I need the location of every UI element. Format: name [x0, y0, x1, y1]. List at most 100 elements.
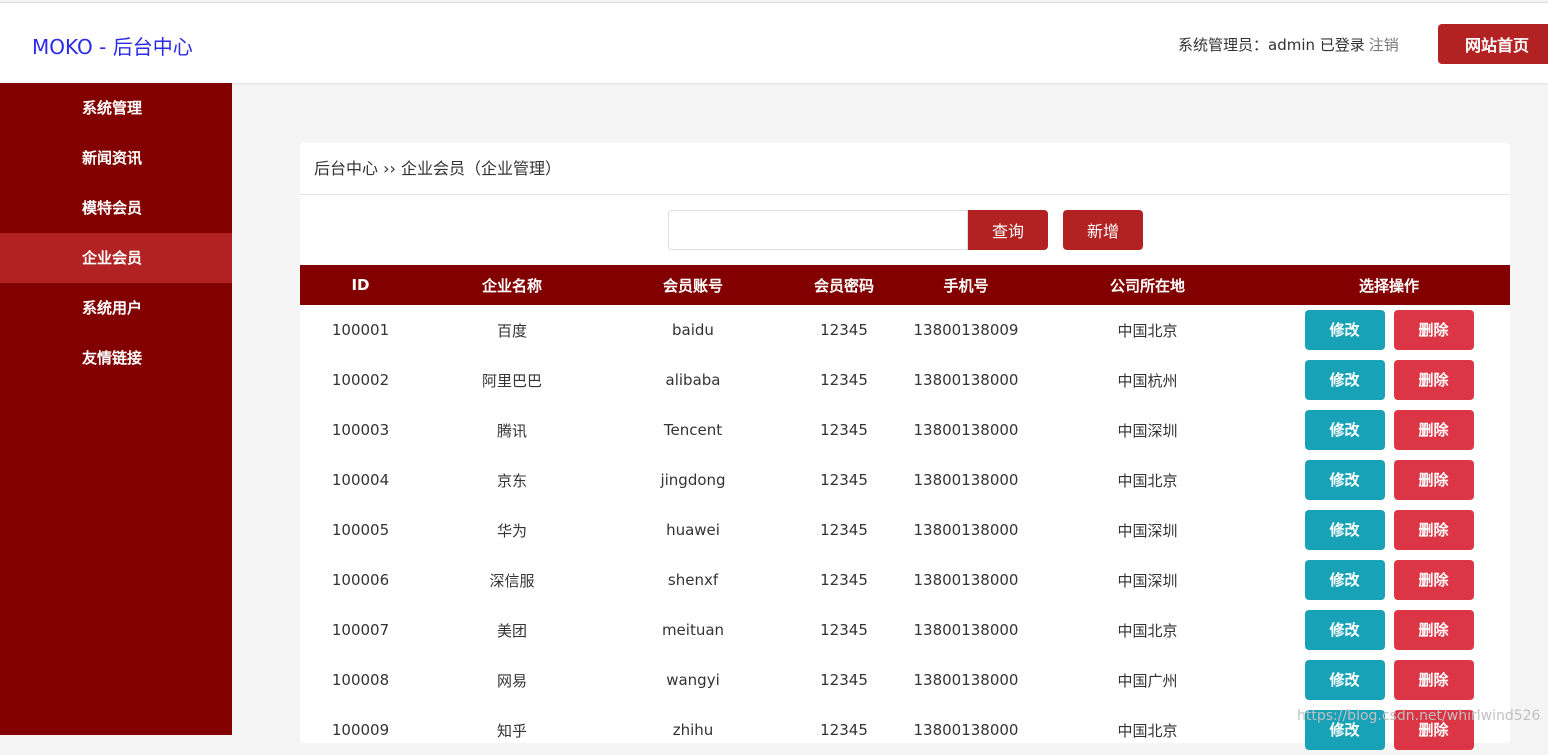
delete-button[interactable]: 删除	[1393, 560, 1474, 600]
top-header: MOKO - 后台中心 系统管理员：admin 已登录 注销 网站首页	[0, 2, 1548, 83]
cell-account: jingdong	[660, 471, 726, 489]
cell-password: 12345	[820, 421, 868, 439]
table-row: 100002 阿里巴巴 alibaba 12345 13800138000 中国杭州 修改删…	[300, 355, 1510, 405]
column-header-actions: 选择操作	[1268, 265, 1510, 305]
cell-phone: 13800138000	[913, 621, 1019, 639]
cell-phone: 13800138000	[913, 671, 1019, 689]
sidebar-item-news[interactable]: 新闻资讯	[0, 133, 232, 183]
table-row: 100004 京东 jingdong 12345 13800138000 中国北京 修改 删除	[300, 455, 1510, 505]
cell-actions: 修改 删除	[1268, 355, 1510, 405]
sidebar-item-model-members[interactable]: 模特会员	[0, 183, 232, 233]
delete-button[interactable]: 删除	[1393, 460, 1474, 500]
sidebar: 系统管理 新闻资讯 模特会员 企业会员 系统用户 友情链接	[0, 83, 232, 735]
cell-location: 中国北京	[1117, 721, 1178, 740]
cell-password: 12345	[820, 471, 868, 489]
cell-account: meituan	[661, 621, 725, 639]
breadcrumb: 后台中心 ›› 企业会员（企业管理）	[300, 143, 1510, 195]
cell-company-name: 腾讯	[496, 421, 527, 440]
logout-link[interactable]: 注销	[1369, 36, 1399, 54]
cell-phone: 13800138000	[913, 421, 1019, 439]
column-header-id: ID	[300, 265, 421, 305]
edit-button[interactable]: 修改	[1304, 310, 1385, 350]
cell-company-name: 百度	[496, 321, 527, 340]
table-row: 100006 深信服 shenxf 12345 13800138000 中国深圳 修改 删除	[300, 555, 1510, 605]
table-body: 100001 百度 baidu 12345 13800138009 中国北京 修改 删除 100…	[300, 305, 1510, 755]
cell-password: 12345	[820, 571, 868, 589]
cell-phone: 13800138000	[913, 371, 1019, 389]
login-info: 系统管理员：admin 已登录 注销	[1178, 34, 1399, 55]
delete-button[interactable]: 删除	[1393, 610, 1474, 650]
sidebar-item-enterprise-members[interactable]: 企业会员	[0, 233, 232, 283]
cell-company-name: 知乎	[496, 721, 527, 740]
app-logo[interactable]: MOKO - 后台中心	[32, 31, 193, 60]
sidebar-item-system-management[interactable]: 系统管理	[0, 83, 232, 133]
cell-account: alibaba	[665, 371, 721, 389]
content-panel: 后台中心 ›› 企业会员（企业管理） 查询 新增 ID 企业名称 会员账号 会员…	[300, 143, 1510, 750]
delete-button[interactable]: 删除	[1393, 360, 1474, 400]
delete-button[interactable]: 删除	[1393, 310, 1474, 350]
table-row: 100008 网易 wangyi 12345 13800138000 中国广州 修改 删除	[300, 655, 1510, 705]
sidebar-item-system-users[interactable]: 系统用户	[0, 283, 232, 333]
cell-location: 中国深圳	[1117, 521, 1178, 540]
table-header-row: ID 企业名称 会员账号 会员密码 手机号 公司所在地 选择操作	[300, 265, 1510, 305]
cell-account: Tencent	[663, 421, 723, 439]
edit-button[interactable]: 修改	[1304, 360, 1385, 400]
edit-button[interactable]: 修改	[1304, 410, 1385, 450]
add-button[interactable]: 新增	[1063, 210, 1143, 250]
enterprise-members-table: ID 企业名称 会员账号 会员密码 手机号 公司所在地 选择操作 100001 百…	[300, 265, 1510, 755]
cell-location: 中国深圳	[1117, 571, 1178, 590]
cell-phone: 13800138000	[913, 521, 1019, 539]
cell-company-name: 深信服	[489, 571, 535, 590]
delete-button[interactable]: 删除	[1393, 410, 1474, 450]
cell-password: 12345	[820, 721, 868, 739]
cell-actions: 修改 删除	[1268, 655, 1510, 705]
edit-button[interactable]: 修改	[1304, 560, 1385, 600]
cell-password: 12345	[820, 521, 868, 539]
watermark-text: https://blog.csdn.net/whirlwind526	[1297, 708, 1541, 724]
cell-location: 中国深圳	[1117, 421, 1178, 440]
edit-button[interactable]: 修改	[1304, 660, 1385, 700]
cell-company-name: 京东	[496, 471, 527, 490]
home-page-button[interactable]: 网站首页	[1438, 24, 1548, 64]
cell-id: 100009	[331, 721, 390, 739]
cell-phone: 13800138000	[913, 571, 1019, 589]
cell-account: shenxf	[667, 571, 719, 589]
delete-button[interactable]: 删除	[1393, 510, 1474, 550]
table-row: 100003 腾讯 Tencent 12345 13800138000 中国深圳 修改 删除	[300, 405, 1510, 455]
cell-phone: 13800138009	[913, 321, 1019, 339]
cell-password: 12345	[820, 621, 868, 639]
cell-actions: 修改 删除	[1268, 405, 1510, 455]
cell-company-name: 网易	[496, 671, 527, 690]
edit-button[interactable]: 修改	[1304, 460, 1385, 500]
cell-actions: 修改 删除	[1268, 455, 1510, 505]
column-header-location: 公司所在地	[1027, 265, 1268, 305]
cell-account: huawei	[666, 521, 720, 539]
cell-location: 中国北京	[1117, 621, 1178, 640]
cell-id: 100006	[331, 571, 390, 589]
cell-company-name: 美团	[496, 621, 527, 640]
cell-id: 100005	[331, 521, 390, 539]
cell-id: 100003	[331, 421, 390, 439]
search-input[interactable]	[668, 210, 968, 250]
cell-location: 中国北京	[1117, 321, 1178, 340]
cell-account: zhihu	[672, 721, 714, 739]
query-button[interactable]: 查询	[968, 210, 1048, 250]
cell-password: 12345	[820, 371, 868, 389]
cell-actions: 修改 删除	[1268, 605, 1510, 655]
cell-phone: 13800138000	[913, 721, 1019, 739]
cell-location: 中国广州	[1117, 671, 1178, 690]
cell-location: 中国北京	[1117, 471, 1178, 490]
cell-password: 12345	[820, 321, 868, 339]
edit-button[interactable]: 修改	[1304, 510, 1385, 550]
cell-actions: 修改 删除	[1268, 305, 1510, 355]
edit-button[interactable]: 修改	[1304, 610, 1385, 650]
column-header-password: 会员密码	[783, 265, 905, 305]
cell-id: 100002	[331, 371, 390, 389]
cell-id: 100004	[331, 471, 390, 489]
table-row: 100007 美团 meituan 12345 13800138000 中国北京 修改 删除	[300, 605, 1510, 655]
cell-account: wangyi	[666, 671, 720, 689]
table-row: 100001 百度 baidu 12345 13800138009 中国北京 修改 删除	[300, 305, 1510, 355]
sidebar-item-friend-links[interactable]: 友情链接	[0, 333, 232, 383]
cell-company-name: 华为	[496, 521, 527, 540]
delete-button[interactable]: 删除	[1393, 660, 1474, 700]
